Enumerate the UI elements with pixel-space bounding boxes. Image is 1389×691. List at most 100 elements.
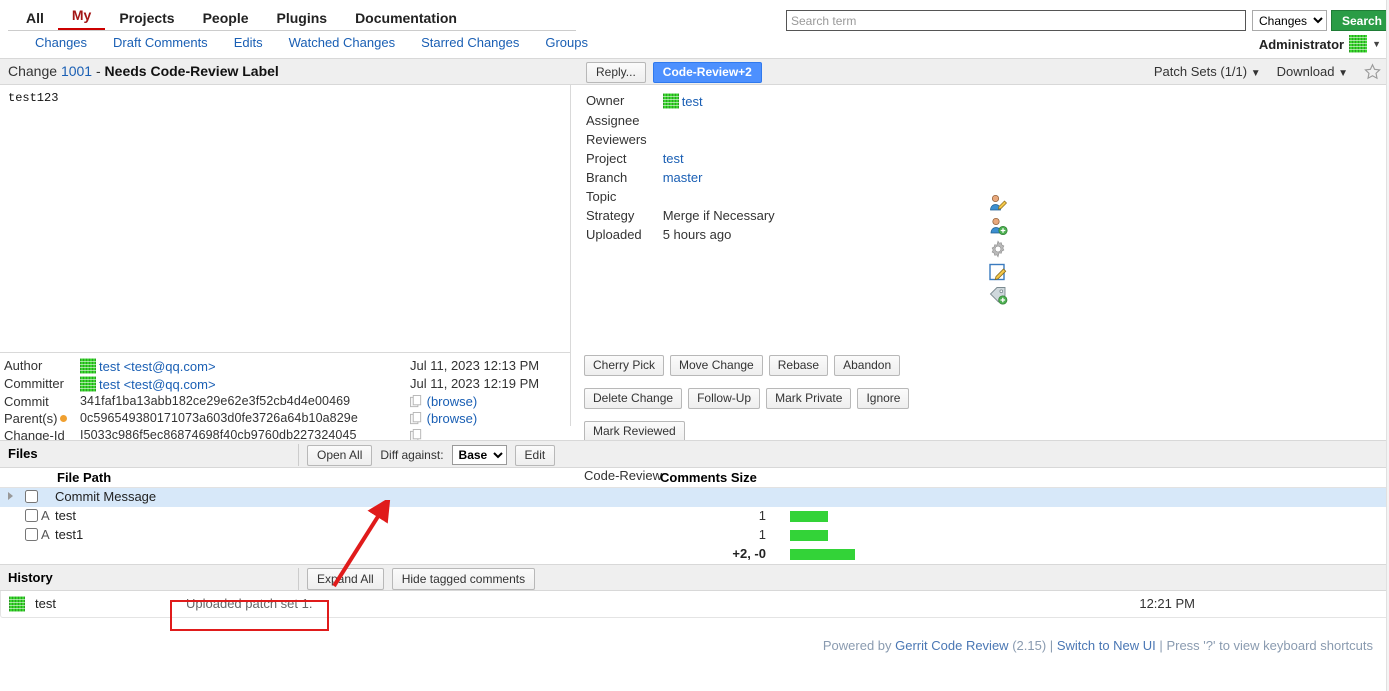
ignore-button[interactable]: Ignore [857,388,910,409]
page-title: Change 1001 - Needs Code-Review Label [8,63,279,79]
column-divider [570,85,571,426]
submenu-item-draft-comments[interactable]: Draft Comments [100,32,221,53]
search-button[interactable]: Search [1331,10,1389,31]
info-row-reviewers: Reviewers [586,131,775,148]
user-avatar [662,93,679,109]
code-review-vote-button[interactable]: Code-Review+2 [652,62,762,83]
table-row[interactable]: Commit Message [0,488,1389,507]
move-change-button[interactable]: Move Change [670,355,763,376]
project-link[interactable]: test [663,151,684,166]
abandon-button[interactable]: Abandon [834,355,901,376]
user-avatar [9,596,25,612]
follow-up-button[interactable]: Follow-Up [688,388,761,409]
expand-all-button[interactable]: Expand All [307,568,384,590]
info-side-icons [988,193,1008,308]
menu-item-plugins[interactable]: Plugins [263,7,342,31]
file-name[interactable]: test1 [55,527,83,542]
menu-item-projects[interactable]: Projects [105,7,188,31]
file-name[interactable]: Commit Message [55,489,156,504]
submenu-item-starred-changes[interactable]: Starred Changes [408,32,532,53]
submenu-item-changes[interactable]: Changes [22,32,100,53]
meta-value-committer: test <test@qq.com> [80,375,410,393]
patch-sets-label: Patch Sets (1/1) [1153,64,1248,79]
change-subject: Needs Code-Review Label [104,63,279,79]
gear-icon[interactable] [988,239,1008,259]
meta-row-author: Author test <test@qq.com> Jul 11, 2023 1… [0,357,570,375]
top-navigation-bar: All My Projects People Plugins Documenta… [0,0,1389,58]
caret-down-icon: ▼ [1338,68,1348,79]
author-link[interactable]: test <test@qq.com> [99,359,216,374]
menu-item-documentation[interactable]: Documentation [341,7,471,31]
account-name: Administrator [1258,36,1345,52]
edit-topic-icon[interactable] [988,262,1008,282]
hide-tagged-comments-button[interactable]: Hide tagged comments [391,568,536,590]
search-area: Changes Search [786,10,1389,31]
commit-metadata-table: Author test <test@qq.com> Jul 11, 2023 1… [0,352,570,444]
reply-button[interactable]: Reply... [586,62,646,83]
download-dropdown[interactable]: Download ▼ [1277,64,1348,79]
menu-item-my[interactable]: My [57,4,106,31]
submenu-item-watched-changes[interactable]: Watched Changes [276,32,408,53]
copy-icon[interactable] [410,411,423,426]
file-reviewed-checkbox[interactable] [25,528,38,541]
gerrit-link[interactable]: Gerrit Code Review [895,638,1008,653]
column-header-file-path: File Path [57,470,112,485]
info-key-strategy: Strategy [586,208,635,223]
add-reviewer-icon[interactable] [988,216,1008,236]
star-outline-icon[interactable] [1364,63,1381,80]
open-all-button[interactable]: Open All [307,444,373,466]
submenu-item-groups[interactable]: Groups [532,32,601,53]
mark-reviewed-button[interactable]: Mark Reviewed [584,421,685,442]
table-row[interactable]: A test1 1 [0,526,1389,545]
expand-triangle-icon[interactable] [8,492,13,500]
add-hashtag-icon[interactable] [988,285,1008,305]
change-number[interactable]: 1001 [61,63,92,79]
branch-link[interactable]: master [663,170,703,185]
file-reviewed-checkbox[interactable] [25,509,38,522]
committer-link[interactable]: test <test@qq.com> [99,377,216,392]
meta-key-commit: Commit [4,394,49,409]
meta-key-parents-label: Parent(s) [4,411,58,426]
file-name[interactable]: test [55,508,76,523]
delete-change-button[interactable]: Delete Change [584,388,683,409]
rebase-button[interactable]: Rebase [768,355,829,376]
edit-assignee-icon[interactable] [988,193,1008,213]
meta-value-author: test <test@qq.com> [80,357,410,375]
history-author: test [35,596,56,611]
search-scope-select[interactable]: Changes [1252,10,1327,31]
browse-commit-link[interactable]: (browse) [427,394,478,409]
column-header-comments-size: Comments Size [660,470,757,485]
info-key-reviewers: Reviewers [586,132,647,147]
search-input[interactable] [786,10,1246,31]
table-row[interactable]: A test 1 [0,507,1389,526]
patch-sets-dropdown[interactable]: Patch Sets (1/1) ▼ [1154,64,1261,79]
change-header-right: Patch Sets (1/1) ▼ Download ▼ [1154,63,1381,80]
menu-item-all[interactable]: All [12,7,58,31]
file-reviewed-checkbox[interactable] [25,490,38,503]
meta-browse-parent: (browse) [410,410,570,427]
account-menu[interactable]: Administrator ▼ [1259,35,1381,53]
cherry-pick-button[interactable]: Cherry Pick [584,355,665,376]
info-key-branch: Branch [586,170,628,185]
info-row-assignee: Assignee [586,112,775,129]
meta-key-committer: Committer [4,376,64,391]
info-value-assignee [663,112,775,129]
switch-to-new-ui-link[interactable]: Switch to New UI [1057,638,1156,653]
info-row-topic: Topic [586,188,775,205]
menu-item-people[interactable]: People [189,7,263,31]
chevron-down-icon[interactable]: ▼ [1372,39,1381,49]
list-item[interactable]: test Uploaded patch set 1. 12:21 PM [0,591,1389,618]
edit-button[interactable]: Edit [514,444,556,466]
file-list: File Path Comments Size Commit Message A… [0,468,1389,564]
file-status: A [41,508,50,523]
status-dot-icon [60,415,68,422]
caret-down-icon: ▼ [1250,68,1261,79]
meta-date-author: Jul 11, 2023 12:13 PM [410,358,540,373]
meta-row-committer: Committer test <test@qq.com> Jul 11, 202… [0,375,570,393]
owner-link[interactable]: test [682,94,703,109]
submenu-item-edits[interactable]: Edits [221,32,276,53]
diff-against-select[interactable]: Base [451,445,507,465]
browse-parent-link[interactable]: (browse) [427,411,478,426]
copy-icon[interactable] [410,394,423,409]
mark-private-button[interactable]: Mark Private [766,388,852,409]
